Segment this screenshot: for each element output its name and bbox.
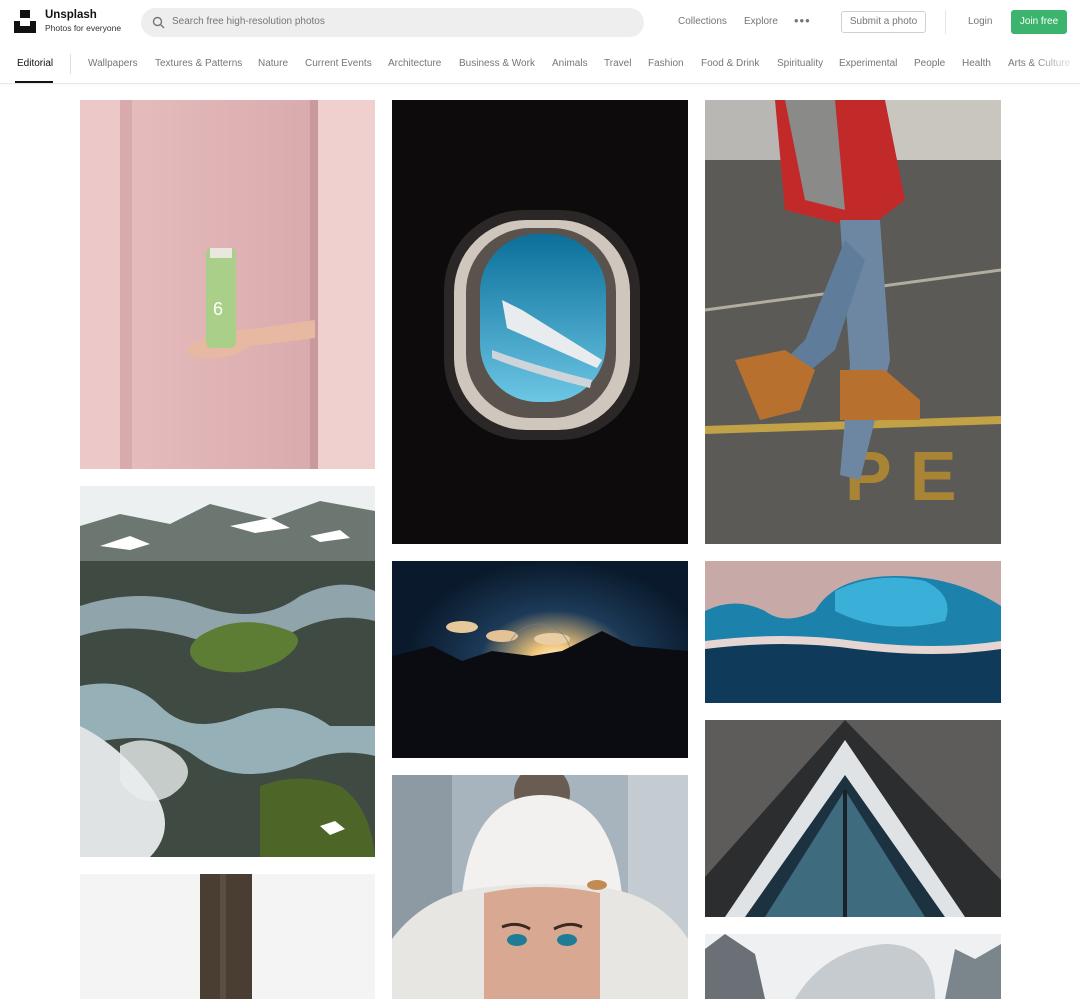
photo-walking-boots[interactable]: P E — [705, 100, 1001, 544]
photo-airplane-window[interactable] — [392, 100, 688, 544]
brand-tagline: Photos for everyone — [45, 23, 122, 33]
photo-bamboo-stalk[interactable] — [80, 874, 375, 999]
topic-travel[interactable]: Travel — [604, 58, 631, 69]
search-input[interactable]: Search free high-resolution photos — [141, 8, 644, 37]
topic-experimental[interactable]: Experimental — [839, 58, 897, 69]
topic-fashion[interactable]: Fashion — [648, 58, 684, 69]
topic-health[interactable]: Health — [962, 58, 991, 69]
photo-aerial-coast[interactable] — [705, 561, 1001, 703]
topic-animals[interactable]: Animals — [552, 58, 588, 69]
topic-separator — [70, 54, 71, 74]
topic-people[interactable]: People — [914, 58, 945, 69]
svg-text:6: 6 — [213, 299, 223, 319]
topic-food-drink[interactable]: Food & Drink — [701, 58, 759, 69]
topic-bar-fade — [1030, 44, 1080, 83]
nav-collections-link[interactable]: Collections — [678, 16, 727, 27]
topic-wallpapers[interactable]: Wallpapers — [88, 58, 138, 69]
nav-explore-link[interactable]: Explore — [744, 16, 778, 27]
photo-triangular-building[interactable] — [705, 720, 1001, 917]
login-link[interactable]: Login — [968, 16, 992, 27]
topic-textures-patterns[interactable]: Textures & Patterns — [155, 58, 242, 69]
top-navbar: Unsplash Photos for everyone Search free… — [0, 0, 1080, 44]
photo-snowy-scene[interactable] — [705, 934, 1001, 999]
photo-mountain-sunset[interactable] — [392, 561, 688, 758]
active-topic-indicator — [15, 81, 53, 83]
photo-hand-bottle[interactable]: 6 — [80, 100, 375, 469]
submit-photo-button[interactable]: Submit a photo — [841, 11, 926, 33]
topic-architecture[interactable]: Architecture — [388, 58, 441, 69]
search-icon — [152, 16, 165, 29]
unsplash-logo-icon[interactable] — [14, 10, 36, 33]
topic-bar: Editorial Wallpapers Textures & Patterns… — [0, 44, 1080, 84]
brand-name[interactable]: Unsplash — [45, 9, 97, 21]
join-free-button[interactable]: Join free — [1011, 10, 1067, 34]
photo-aerial-river[interactable] — [80, 486, 375, 857]
topic-current-events[interactable]: Current Events — [305, 58, 372, 69]
topic-editorial[interactable]: Editorial — [17, 58, 53, 69]
header-divider — [945, 10, 946, 34]
more-options-icon[interactable]: ••• — [794, 13, 811, 28]
topic-business-work[interactable]: Business & Work — [459, 58, 535, 69]
search-placeholder: Search free high-resolution photos — [172, 16, 325, 27]
photo-woman-beanie[interactable] — [392, 775, 688, 999]
topic-nature[interactable]: Nature — [258, 58, 288, 69]
topic-spirituality[interactable]: Spirituality — [777, 58, 823, 69]
